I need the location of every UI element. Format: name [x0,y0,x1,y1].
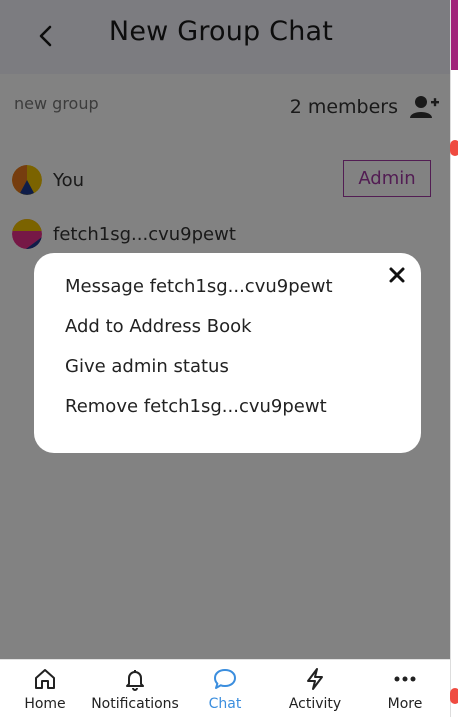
message-member-option[interactable]: Message fetch1sg...cvu9pewt [65,276,333,297]
nav-label: Activity [288,696,342,712]
bottom-nav: Home Notifications Chat Activity More [0,659,450,717]
nav-home[interactable]: Home [0,666,90,716]
adjacent-panel-edge [450,0,458,717]
nav-label: Notifications [91,696,179,712]
nav-notifications[interactable]: Notifications [90,666,180,716]
notification-dot [450,688,458,704]
nav-label: Home [24,696,66,712]
give-admin-status-option[interactable]: Give admin status [65,356,229,377]
close-button[interactable] [387,265,407,285]
nav-more[interactable]: More [360,666,450,716]
chat-bubble-icon [214,669,236,689]
more-dots-icon [394,676,416,682]
notification-dot [450,140,458,156]
nav-chat[interactable]: Chat [180,666,270,716]
lightning-icon [307,668,323,690]
remove-member-option[interactable]: Remove fetch1sg...cvu9pewt [65,396,327,417]
app: New Group Chat new group 2 members You A… [0,0,450,717]
close-icon [389,267,405,283]
nav-activity[interactable]: Activity [270,666,360,716]
adjacent-panel-accent [451,0,458,70]
member-actions-modal: Message fetch1sg...cvu9pewt Add to Addre… [34,253,421,453]
add-to-address-book-option[interactable]: Add to Address Book [65,316,252,337]
nav-label: More [387,696,423,712]
nav-label: Chat [208,696,242,712]
bell-icon [126,670,144,691]
home-icon [35,669,55,689]
